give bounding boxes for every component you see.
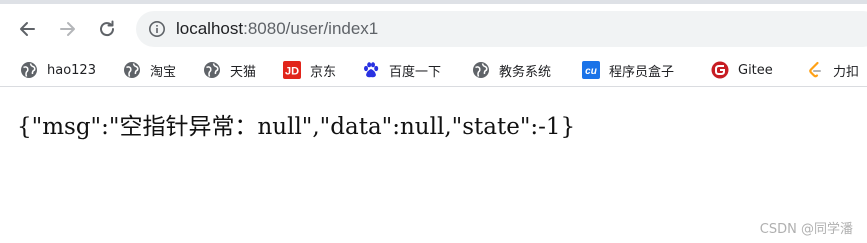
url-text[interactable]: localhost:8080/user/index1: [176, 19, 378, 39]
leetcode-logo-icon: [806, 61, 824, 79]
bookmark-label: 京东: [310, 64, 337, 80]
cu-logo-icon: cu: [582, 61, 600, 79]
bookmark-jd[interactable]: JD 京东: [283, 57, 336, 83]
jd-logo-icon: JD: [283, 61, 301, 79]
site-info-icon[interactable]: [148, 20, 166, 38]
bookmark-jiaowu[interactable]: 教务系统: [472, 57, 551, 83]
bookmark-label: 程序员盒子: [609, 64, 675, 80]
bookmark-programmer-box[interactable]: cu 程序员盒子: [582, 57, 674, 83]
bookmark-label: hao123: [47, 62, 96, 78]
bookmark-leetcode[interactable]: 力扣: [806, 57, 859, 83]
bookmark-gitee[interactable]: Gitee: [711, 57, 773, 83]
reload-icon: [100, 20, 115, 37]
bookmark-label: 淘宝: [150, 64, 177, 80]
bookmark-label: Gitee: [738, 62, 773, 78]
bookmark-tmall[interactable]: 天猫: [203, 57, 256, 83]
json-response-text: {"msg":"空指针异常：null","data":null,"state":…: [17, 114, 576, 140]
bookmark-label: 力扣: [833, 64, 860, 80]
bookmark-label: 教务系统: [499, 64, 552, 80]
gitee-logo-icon: [711, 61, 729, 79]
globe-icon: [203, 61, 221, 79]
bookmarks-bar: hao123 淘宝 天猫 JD 京东 百度一下 教务系统 cu 程序员盒子 Gi…: [0, 54, 867, 86]
svg-text:JD: JD: [285, 66, 299, 78]
bookmark-hao123[interactable]: hao123: [20, 57, 96, 83]
globe-icon: [123, 61, 141, 79]
globe-icon: [472, 61, 490, 79]
bookmark-taobao[interactable]: 淘宝: [123, 57, 176, 83]
svg-text:cu: cu: [585, 66, 597, 77]
address-bar[interactable]: localhost:8080/user/index1: [136, 11, 867, 47]
url-path: :8080/user/index1: [243, 19, 379, 38]
forward-button[interactable]: [51, 13, 83, 45]
bookmark-baidu[interactable]: 百度一下: [362, 57, 441, 83]
back-button[interactable]: [12, 13, 44, 45]
toolbar-divider: [0, 86, 867, 87]
baidu-paw-icon: [362, 61, 380, 79]
url-host: localhost: [176, 19, 244, 38]
csdn-watermark: CSDN @同学潘: [759, 222, 853, 237]
forward-arrow-icon: [60, 22, 75, 36]
bookmark-label: 百度一下: [389, 64, 442, 80]
globe-icon: [20, 61, 38, 79]
bookmark-label: 天猫: [230, 64, 257, 80]
reload-button[interactable]: [91, 13, 123, 45]
browser-toolbar: localhost:8080/user/index1: [0, 4, 867, 54]
back-arrow-icon: [20, 22, 35, 36]
